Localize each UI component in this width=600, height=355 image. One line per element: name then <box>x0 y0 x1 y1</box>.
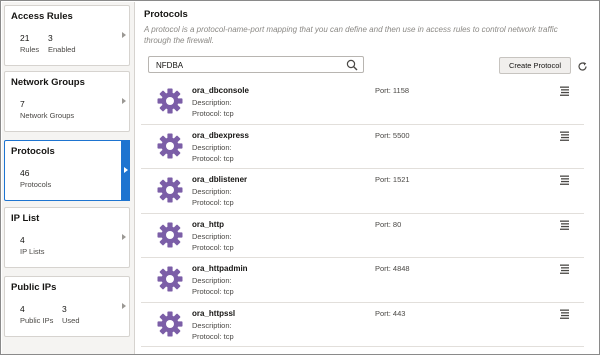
protocol-name[interactable]: ora_dblistener <box>192 175 247 184</box>
stat-label: Network Groups <box>20 111 75 120</box>
gear-icon <box>157 266 183 294</box>
stat-label: Rules <box>20 45 40 54</box>
protocol-port: Port: 1158 <box>375 86 410 95</box>
stat-label: Protocols <box>20 180 52 189</box>
hamburger-menu-icon[interactable] <box>559 175 570 187</box>
protocol-port: Port: 80 <box>375 219 402 229</box>
stat-value: 3 <box>62 304 67 314</box>
card-public-ips[interactable]: Public IPs 4 Public IPs 3 Used <box>4 276 130 337</box>
protocol-port: Port: 1521 <box>375 175 410 184</box>
stat-value: 3 <box>48 33 53 43</box>
protocol-description: Description: <box>192 142 232 152</box>
search-value: NFDBA <box>156 61 184 70</box>
stat-label: Enabled <box>48 45 76 54</box>
chevron-right-icon <box>124 166 128 173</box>
stat-label: Public IPs <box>20 316 54 325</box>
card-protocols[interactable]: Protocols 46 Protocols <box>4 140 130 201</box>
search-input[interactable]: NFDBA <box>148 56 364 73</box>
hamburger-menu-icon[interactable] <box>559 131 570 143</box>
create-protocol-button[interactable]: Create Protocol <box>499 57 571 74</box>
stat-label: Used <box>62 316 80 325</box>
stat-label: IP Lists <box>20 247 45 256</box>
protocol-type: Protocol: tcp <box>192 153 234 163</box>
protocol-description: Description: <box>192 231 232 241</box>
stat-rules: 21 Rules <box>20 33 39 54</box>
hamburger-menu-icon[interactable] <box>559 86 570 98</box>
protocol-name[interactable]: ora_dbconsole <box>192 86 249 95</box>
main-panel: Protocols A protocol is a protocol-name-… <box>141 2 596 354</box>
card-ip-list[interactable]: IP List 4 IP Lists <box>4 207 130 268</box>
card-network-groups[interactable]: Network Groups 7 Network Groups <box>4 71 130 132</box>
protocol-name[interactable]: ora_httpadmin <box>192 264 248 273</box>
stat-value: 46 <box>20 168 30 178</box>
sidebar: Access Rules 21 Rules 3 Enabled Network … <box>2 2 135 354</box>
protocol-name[interactable]: ora_httpssl <box>192 309 235 318</box>
protocol-row[interactable]: ora_dbconsole Description: Protocol: tcp… <box>141 80 584 125</box>
search-icon[interactable] <box>346 59 358 73</box>
protocol-description: Description: <box>192 187 232 196</box>
card-title: Network Groups <box>11 77 85 88</box>
hamburger-menu-icon[interactable] <box>559 220 570 232</box>
hamburger-menu-icon[interactable] <box>559 309 570 321</box>
protocol-type: Protocol: tcp <box>192 287 234 296</box>
protocol-description: Description: <box>192 98 232 107</box>
protocol-description: Description: <box>192 320 232 330</box>
refresh-icon[interactable] <box>577 61 588 74</box>
card-title: IP List <box>11 213 40 224</box>
stat-network-groups: 7 Network Groups <box>20 99 74 120</box>
protocol-row[interactable]: ora_dbexpress Description: Protocol: tcp… <box>141 125 584 169</box>
protocol-name[interactable]: ora_dbexpress <box>192 131 249 140</box>
protocol-port: Port: 5500 <box>375 130 410 140</box>
gear-icon <box>157 222 183 250</box>
protocol-row[interactable]: ora_httpssl Description: Protocol: tcp P… <box>141 303 584 347</box>
protocol-type: Protocol: tcp <box>192 109 234 118</box>
stat-used: 3 Used <box>62 304 80 325</box>
stat-value: 4 <box>20 235 25 245</box>
hamburger-menu-icon[interactable] <box>559 264 570 276</box>
selected-indicator <box>121 140 130 201</box>
stat-protocols: 46 Protocols <box>20 168 51 189</box>
protocol-description: Description: <box>192 276 232 285</box>
chevron-right-icon <box>122 302 126 309</box>
protocol-row[interactable]: ora_dblistener Description: Protocol: tc… <box>141 169 584 214</box>
stat-value: 4 <box>20 304 25 314</box>
protocol-type: Protocol: tcp <box>192 242 234 252</box>
protocol-port: Port: 443 <box>375 308 406 318</box>
gear-icon <box>157 88 183 116</box>
protocol-port: Port: 4848 <box>375 264 410 273</box>
stat-public-ips: 4 Public IPs <box>20 304 53 325</box>
chevron-right-icon <box>122 233 126 240</box>
chevron-right-icon <box>122 31 126 38</box>
stat-value: 7 <box>20 99 25 109</box>
protocol-row[interactable]: ora_http Description: Protocol: tcp Port… <box>141 214 584 258</box>
gear-icon <box>157 133 183 161</box>
protocol-type: Protocol: tcp <box>192 198 234 207</box>
card-title: Protocols <box>11 146 55 157</box>
page-description: A protocol is a protocol-name-port mappi… <box>144 25 558 45</box>
stat-value: 21 <box>20 33 30 43</box>
card-title: Public IPs <box>11 282 57 293</box>
stat-enabled: 3 Enabled <box>48 33 76 54</box>
app-frame: Access Rules 21 Rules 3 Enabled Network … <box>0 0 600 355</box>
gear-icon <box>157 311 183 339</box>
protocol-name[interactable]: ora_http <box>192 220 224 229</box>
card-title: Access Rules <box>11 11 73 22</box>
chevron-right-icon <box>122 97 126 104</box>
stat-ip-lists: 4 IP Lists <box>20 235 44 256</box>
gear-icon <box>157 177 183 205</box>
card-access-rules[interactable]: Access Rules 21 Rules 3 Enabled <box>4 5 130 66</box>
page-title: Protocols <box>144 9 188 20</box>
protocol-row[interactable]: ora_httpadmin Description: Protocol: tcp… <box>141 258 584 303</box>
protocol-type: Protocol: tcp <box>192 331 234 341</box>
